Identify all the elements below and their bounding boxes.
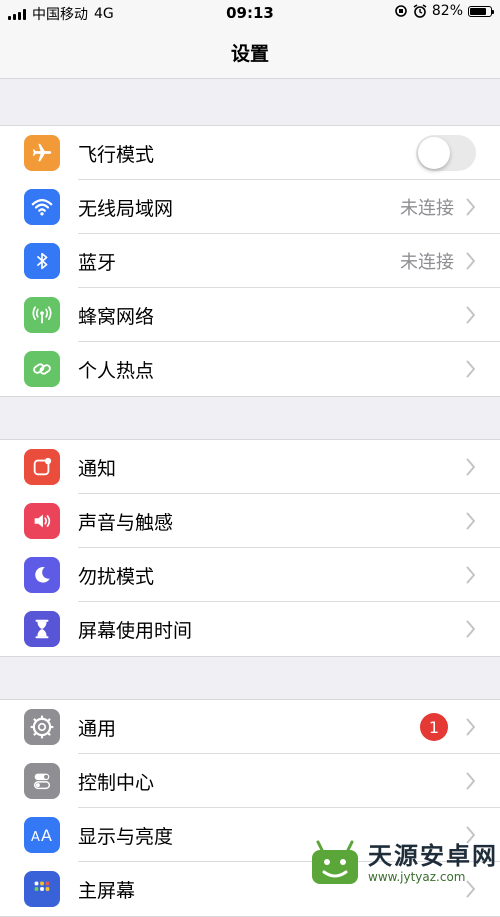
chevron-right-icon: [464, 359, 478, 379]
settings-row-notifications[interactable]: 通知: [0, 440, 500, 494]
watermark: 天源安卓网 www.jytyaz.com: [308, 836, 500, 889]
settings-row-hotspot[interactable]: 个人热点: [0, 342, 500, 396]
home-screen-icon: [24, 871, 60, 907]
sound-icon: [24, 503, 60, 539]
svg-text:A: A: [41, 826, 52, 845]
gear-icon: [24, 709, 60, 745]
alarm-icon: [413, 4, 427, 18]
row-detail: 未连接: [400, 252, 454, 273]
settings-row-sound[interactable]: 声音与触感: [0, 494, 500, 548]
display-icon: AA: [24, 817, 60, 853]
chevron-right-icon: [464, 251, 478, 271]
settings-row-airplane[interactable]: 飞行模式: [0, 126, 500, 180]
cellular-icon: [24, 297, 60, 333]
row-label: 通知: [78, 457, 117, 480]
row-label: 通用: [78, 717, 117, 740]
settings-row-control-center[interactable]: 控制中心: [0, 754, 500, 808]
watermark-url: www.jytyaz.com: [368, 869, 466, 884]
row-label: 个人热点: [78, 359, 155, 382]
row-label: 蜂窝网络: [78, 305, 155, 328]
chevron-right-icon: [464, 619, 478, 639]
chevron-right-icon: [464, 565, 478, 585]
settings-row-gear[interactable]: 通用 1: [0, 700, 500, 754]
watermark-logo-icon: [312, 840, 358, 884]
navigation-bar: 设置: [0, 26, 500, 79]
chevron-right-icon: [464, 771, 478, 791]
row-label: 蓝牙: [78, 251, 117, 274]
notifications-icon: [24, 449, 60, 485]
chevron-right-icon: [464, 457, 478, 477]
settings-row-cellular[interactable]: 蜂窝网络: [0, 288, 500, 342]
settings-row-wifi[interactable]: 无线局域网 未连接: [0, 180, 500, 234]
row-label: 勿扰模式: [78, 565, 155, 588]
row-label: 声音与触感: [78, 511, 174, 534]
chevron-right-icon: [464, 511, 478, 531]
battery-icon: [468, 5, 494, 17]
settings-group: 通知声音与触感勿扰模式屏幕使用时间: [0, 439, 500, 657]
hourglass-icon: [24, 611, 60, 647]
row-label: 屏幕使用时间: [78, 619, 193, 642]
chevron-right-icon: [464, 717, 478, 737]
settings-list: 飞行模式 无线局域网 未连接 蓝牙 未连接 蜂窝网络 个人热点 通知 声音与触感 勿扰模式 屏幕使用…: [0, 79, 500, 917]
control-center-icon: [24, 763, 60, 799]
row-label: 控制中心: [78, 771, 155, 794]
watermark-title: 天源安卓网: [368, 841, 498, 870]
row-detail: 未连接: [400, 198, 454, 219]
battery-percent: 82%: [431, 3, 463, 19]
notification-badge: 1: [420, 713, 448, 741]
settings-group: 飞行模式 无线局域网 未连接 蓝牙 未连接 蜂窝网络 个人热点: [0, 125, 500, 397]
page-title: 设置: [230, 42, 269, 65]
wifi-icon: [24, 189, 60, 225]
settings-row-bluetooth[interactable]: 蓝牙 未连接: [0, 234, 500, 288]
orientation-lock-icon: [395, 5, 407, 17]
airplane-mode-toggle[interactable]: [416, 135, 476, 171]
chevron-right-icon: [464, 197, 478, 217]
hotspot-icon: [24, 351, 60, 387]
svg-text:A: A: [31, 830, 40, 845]
settings-row-hourglass[interactable]: 屏幕使用时间: [0, 602, 500, 656]
row-label: 飞行模式: [78, 143, 155, 166]
settings-row-moon[interactable]: 勿扰模式: [0, 548, 500, 602]
status-bar: 中国移动 4G 09:13 82%: [0, 0, 500, 26]
bluetooth-icon: [24, 243, 60, 279]
airplane-icon: [24, 135, 60, 171]
moon-icon: [24, 557, 60, 593]
toggle-knob: [418, 137, 450, 169]
row-label: 无线局域网: [78, 197, 174, 220]
status-right: 82%: [394, 3, 494, 19]
chevron-right-icon: [464, 305, 478, 325]
